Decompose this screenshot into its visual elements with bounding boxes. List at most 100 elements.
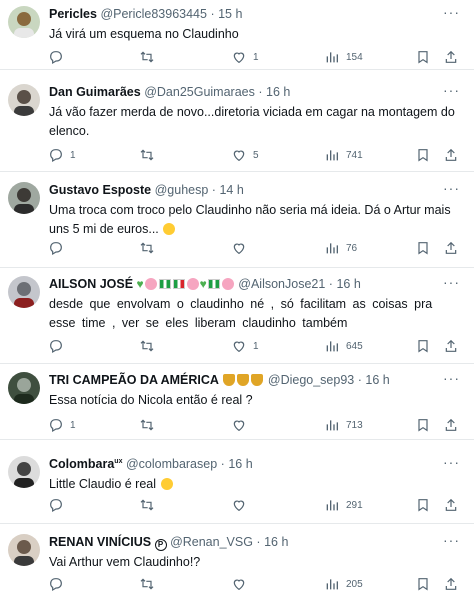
display-name[interactable]: Colombaraux [49,457,122,471]
separator: · [357,373,362,387]
share-button[interactable] [443,417,459,433]
share-button[interactable] [443,240,459,256]
like-button[interactable] [231,240,253,256]
handle[interactable]: @Dan25Guimaraes [144,85,255,99]
tweet-header: Dan Guimarães @Dan25Guimaraes · 16 h [49,85,290,99]
retweet-button[interactable] [139,497,161,513]
action-bar: 291 [0,497,474,515]
share-button[interactable] [443,49,459,65]
tweet-renan-vinicius[interactable]: RENAN VINÍCIUS P @Renan_VSG · 16 h ··· V… [0,528,474,608]
avatar[interactable] [8,372,40,404]
timestamp[interactable]: 16 h [266,85,290,99]
retweet-button[interactable] [139,338,161,354]
like-button[interactable]: 1 [231,49,259,65]
views-button[interactable]: 645 [324,338,363,354]
retweet-button[interactable] [139,417,161,433]
bookmark-icon [415,576,431,592]
more-options-button[interactable]: ··· [443,4,460,20]
bookmark-button[interactable] [415,240,431,256]
separator: · [210,7,215,21]
handle[interactable]: @Renan_VSG [170,535,253,549]
more-options-button[interactable]: ··· [443,274,460,290]
handle[interactable]: @colombarasep [126,457,217,471]
views-button[interactable]: 713 [324,417,363,433]
retweet-icon [139,417,155,433]
reply-button[interactable] [48,240,70,256]
timestamp[interactable]: 14 h [219,183,243,197]
share-button[interactable] [443,338,459,354]
handle[interactable]: @guhesp [155,183,209,197]
more-options-button[interactable]: ··· [443,532,460,548]
tweet-ailson-jose[interactable]: AILSON JOSÉ ♥ ♥ @AilsonJose21 · 16 h ··· … [0,270,474,364]
views-button[interactable]: 76 [324,240,357,256]
like-button[interactable]: 1 [231,338,259,354]
bookmark-button[interactable] [415,49,431,65]
display-name[interactable]: Pericles [49,7,97,21]
avatar[interactable] [8,182,40,214]
views-button[interactable]: 741 [324,147,363,163]
views-button[interactable]: 291 [324,497,363,513]
more-options-button[interactable]: ··· [443,454,460,470]
handle[interactable]: @AilsonJose21 [238,277,325,291]
like-button[interactable] [231,417,253,433]
tweet-colombara[interactable]: Colombaraux @colombarasep · 16 h ··· Lit… [0,450,474,524]
retweet-button[interactable] [139,576,155,592]
tweet-tri-campeao[interactable]: TRI CAMPEÃO DA AMÉRICA @Diego_sep93 · 16… [0,366,474,440]
timestamp[interactable]: 16 h [336,277,360,291]
tweet-pericles[interactable]: Pericles @Pericle83963445 · 15 h ··· Já … [0,0,474,70]
display-name[interactable]: Dan Guimarães [49,85,141,99]
timestamp[interactable]: 15 h [218,7,242,21]
share-button[interactable] [443,497,459,513]
timestamp[interactable]: 16 h [264,535,288,549]
tweet-text-wrapper: Uma troca com troco pelo Claudinho não s… [49,201,459,239]
reply-button[interactable] [48,49,70,65]
tweet-gustavo-esposte[interactable]: Gustavo Esposte @guhesp · 14 h ··· Uma t… [0,176,474,268]
handle[interactable]: @Diego_sep93 [268,373,354,387]
trophy-icon [251,374,264,386]
reply-button[interactable] [48,338,70,354]
retweet-button[interactable] [139,49,161,65]
tweet-header: Gustavo Esposte @guhesp · 14 h [49,183,244,197]
share-button[interactable] [443,147,459,163]
like-button[interactable] [231,576,247,592]
bookmark-button[interactable] [415,497,431,513]
tweet-text-wrapper: Little Claudio é real [49,475,459,494]
timestamp[interactable]: 16 h [365,373,389,387]
display-name[interactable]: AILSON JOSÉ [49,277,133,291]
avatar[interactable] [8,456,40,488]
share-button[interactable] [443,576,459,592]
bookmark-button[interactable] [415,576,431,592]
heart-icon [231,417,247,433]
reply-icon [48,417,64,433]
bookmark-button[interactable] [415,147,431,163]
reply-button[interactable] [48,576,64,592]
avatar[interactable] [8,84,40,116]
display-name[interactable]: TRI CAMPEÃO DA AMÉRICA [49,373,219,387]
like-button[interactable]: 5 [231,147,259,163]
display-name[interactable]: RENAN VINÍCIUS [49,535,151,549]
timestamp[interactable]: 16 h [228,457,252,471]
tweet-text: Essa notícia do Nicola então é real ? [49,393,253,407]
tweet-dan-guimaraes[interactable]: Dan Guimarães @Dan25Guimaraes · 16 h ···… [0,78,474,172]
avatar[interactable] [8,276,40,308]
avatar[interactable] [8,6,40,38]
like-button[interactable] [231,497,253,513]
separator: · [220,457,225,471]
retweet-button[interactable] [139,147,161,163]
bookmark-button[interactable] [415,417,431,433]
display-name[interactable]: Gustavo Esposte [49,183,151,197]
reply-button[interactable]: 1 [48,417,76,433]
more-options-button[interactable]: ··· [443,180,460,196]
avatar[interactable] [8,534,40,566]
share-icon [443,417,459,433]
views-button[interactable]: 205 [324,576,363,592]
reply-button[interactable] [48,497,70,513]
more-options-button[interactable]: ··· [443,82,460,98]
retweet-button[interactable] [139,240,161,256]
more-options-button[interactable]: ··· [443,370,460,386]
reply-button[interactable]: 1 [48,147,76,163]
bookmark-button[interactable] [415,338,431,354]
handle[interactable]: @Pericle83963445 [100,7,207,21]
tweet-header: Pericles @Pericle83963445 · 15 h [49,7,242,21]
views-button[interactable]: 154 [324,49,363,65]
